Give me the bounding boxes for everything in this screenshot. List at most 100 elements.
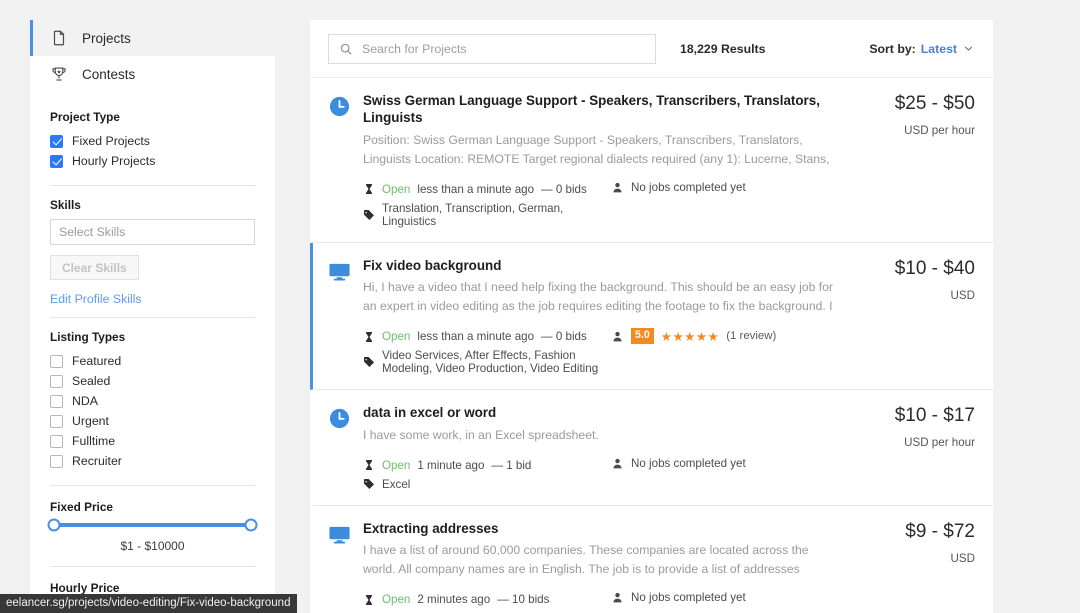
project-meta: Open 1 minute ago — 1 bid Excel No jobs … xyxy=(363,456,835,491)
filter-sidebar: Projects Contests Project Type Fixed Pro… xyxy=(30,20,275,613)
project-card-body: Swiss German Language Support - Speakers… xyxy=(354,92,849,228)
search-input[interactable]: Search for Projects xyxy=(328,33,656,64)
hourglass-icon xyxy=(363,183,375,195)
tag-icon xyxy=(363,478,375,490)
person-icon xyxy=(611,330,624,343)
project-price-block: $10 - $40 USD xyxy=(849,257,975,375)
star-rating-icon: ★★★★★ xyxy=(660,329,720,344)
checkbox-featured[interactable]: Featured xyxy=(50,351,255,371)
project-price-unit: USD per hour xyxy=(904,124,975,137)
rating-badge: 5.0 xyxy=(631,328,654,345)
project-bids: — 0 bids xyxy=(541,182,587,196)
project-title[interactable]: Fix video background xyxy=(363,257,835,274)
project-employer-text: No jobs completed yet xyxy=(631,180,746,194)
clear-skills-button[interactable]: Clear Skills xyxy=(50,255,139,280)
divider xyxy=(50,485,255,486)
slider-track[interactable] xyxy=(47,518,258,532)
fixed-price-title: Fixed Price xyxy=(50,500,113,514)
project-tags-line: Excel xyxy=(363,478,611,491)
results-count: 18,229 Results xyxy=(680,41,766,56)
listing-types-title: Listing Types xyxy=(50,330,126,344)
sidebar-item-projects-label: Projects xyxy=(82,30,131,46)
divider xyxy=(50,185,255,186)
project-employer-info: 5.0 ★★★★★ (1 review) xyxy=(611,327,776,345)
checkbox-fulltime[interactable]: Fulltime xyxy=(50,431,255,451)
hourglass-icon xyxy=(363,459,375,471)
project-bids: — 0 bids xyxy=(541,330,587,344)
trophy-icon xyxy=(50,65,68,83)
sidebar-item-projects[interactable]: Projects xyxy=(30,20,275,56)
project-employer-info: No jobs completed yet xyxy=(611,180,746,194)
checkbox-hourly-projects[interactable]: Hourly Projects xyxy=(50,151,255,171)
checkbox-label: Urgent xyxy=(72,414,109,428)
project-employer-info: No jobs completed yet xyxy=(611,590,746,604)
project-price: $10 - $17 xyxy=(894,405,975,427)
project-tags: Excel xyxy=(382,477,411,491)
project-title[interactable]: Swiss German Language Support - Speakers… xyxy=(363,92,835,127)
checkbox-box[interactable] xyxy=(50,354,63,368)
skills-title: Skills xyxy=(50,198,81,212)
person-icon xyxy=(611,181,624,194)
project-employer-text: No jobs completed yet xyxy=(631,456,746,470)
sort-by-control[interactable]: Sort by: Latest xyxy=(869,42,975,56)
checkbox-box[interactable] xyxy=(50,154,63,168)
chevron-down-icon[interactable] xyxy=(962,42,975,55)
project-time: 1 minute ago xyxy=(417,458,485,472)
checkbox-nda[interactable]: NDA xyxy=(50,391,255,411)
checkbox-box[interactable] xyxy=(50,454,63,468)
project-card[interactable]: data in excel or word I have some work, … xyxy=(310,390,993,506)
monitor-icon xyxy=(328,523,354,609)
project-tags-line: Video Services, After Effects, Fashion M… xyxy=(363,349,611,375)
project-meta-left: Open 1 minute ago — 1 bid Excel xyxy=(363,456,611,491)
slider-knob-max[interactable] xyxy=(244,518,258,532)
search-icon xyxy=(339,42,353,56)
project-price-block: $9 - $72 USD xyxy=(849,520,975,609)
edit-profile-skills-link[interactable]: Edit Profile Skills xyxy=(50,292,255,306)
select-skills-placeholder: Select Skills xyxy=(59,225,126,239)
project-price-unit: USD xyxy=(950,551,975,565)
fixed-price-value: $1 - $10000 xyxy=(120,539,185,553)
slider-knob-min[interactable] xyxy=(47,518,61,532)
project-time: less than a minute ago xyxy=(417,182,535,196)
document-icon xyxy=(50,29,68,47)
clear-skills-label: Clear Skills xyxy=(62,260,127,275)
checkbox-fixed-projects[interactable]: Fixed Projects xyxy=(50,131,255,151)
checkbox-box[interactable] xyxy=(50,374,63,388)
project-title[interactable]: data in excel or word xyxy=(363,404,835,421)
status-bar-url: eelancer.sg/projects/video-editing/Fix-v… xyxy=(0,594,298,613)
sidebar-item-contests[interactable]: Contests xyxy=(30,56,275,92)
checkbox-label: Fixed Projects xyxy=(72,134,150,148)
project-card[interactable]: Fix video background Hi, I have a video … xyxy=(310,242,993,391)
person-icon xyxy=(611,591,624,604)
checkbox-sealed[interactable]: Sealed xyxy=(50,371,255,391)
select-skills-input[interactable]: Select Skills xyxy=(50,219,255,245)
project-description: I have some work, in an Excel spreadshee… xyxy=(363,427,599,442)
project-meta-left: Open less than a minute ago — 0 bids Tra… xyxy=(363,180,611,228)
checkbox-box[interactable] xyxy=(50,414,63,428)
project-description: I have a list of around 60,000 companies… xyxy=(363,543,809,576)
checkbox-recruiter[interactable]: Recruiter xyxy=(50,451,255,471)
project-price: $9 - $72 xyxy=(905,520,975,542)
project-price: $25 - $50 xyxy=(894,93,975,114)
project-status-line: Open less than a minute ago — 0 bids xyxy=(363,327,611,346)
project-meta: Open less than a minute ago — 0 bids Tra… xyxy=(363,180,835,228)
project-meta-left: Open less than a minute ago — 0 bids Vid… xyxy=(363,327,611,375)
project-type-section: Project Type Fixed Projects Hourly Proje… xyxy=(30,110,275,171)
checkbox-box[interactable] xyxy=(50,394,63,408)
tag-icon xyxy=(363,356,375,368)
project-status-line: Open less than a minute ago — 0 bids xyxy=(363,180,611,199)
checkbox-urgent[interactable]: Urgent xyxy=(50,411,255,431)
clock-icon xyxy=(328,407,354,490)
project-status: Open xyxy=(382,182,411,196)
checkbox-label: Sealed xyxy=(72,374,111,388)
project-meta: Open less than a minute ago — 0 bids Vid… xyxy=(363,327,835,375)
project-title[interactable]: Extracting addresses xyxy=(363,520,835,537)
sort-by-value[interactable]: Latest xyxy=(921,42,957,56)
project-card[interactable]: Extracting addresses I have a list of ar… xyxy=(310,505,993,613)
checkbox-box[interactable] xyxy=(50,134,63,148)
checkbox-box[interactable] xyxy=(50,434,63,448)
project-tags: Video Services, After Effects, Fashion M… xyxy=(382,349,599,376)
project-bids: — 10 bids xyxy=(497,593,550,607)
fixed-price-slider[interactable] xyxy=(47,518,258,532)
project-card[interactable]: Swiss German Language Support - Speakers… xyxy=(310,78,993,243)
